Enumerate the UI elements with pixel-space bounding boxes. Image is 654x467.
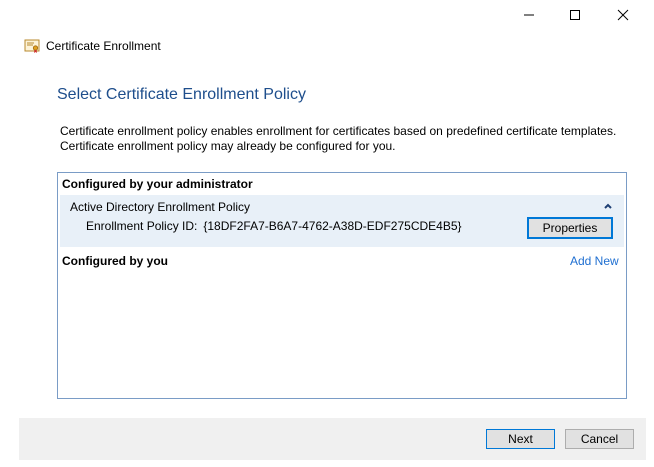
- close-icon: [617, 9, 629, 21]
- description-line-1: Certificate enrollment policy enables en…: [60, 124, 617, 138]
- close-button[interactable]: [600, 0, 646, 30]
- wizard-header: Certificate Enrollment: [24, 37, 161, 55]
- policy-id-value: {18DF2FA7-B6A7-4762-A38D-EDF275CDE4B5}: [203, 219, 462, 233]
- next-button[interactable]: Next: [486, 429, 555, 449]
- page-title: Select Certificate Enrollment Policy: [57, 86, 306, 103]
- policy-name: Active Directory Enrollment Policy: [70, 200, 251, 214]
- maximize-icon: [570, 10, 580, 20]
- policy-id: Enrollment Policy ID: {18DF2FA7-B6A7-4762…: [86, 219, 462, 233]
- description-line-2: Certificate enrollment policy may alread…: [60, 139, 396, 153]
- admin-section-header: Configured by your administrator: [62, 177, 253, 191]
- certificate-icon: [24, 39, 40, 53]
- cancel-button[interactable]: Cancel: [565, 429, 634, 449]
- maximize-button[interactable]: [552, 0, 598, 30]
- add-new-link[interactable]: Add New: [570, 254, 619, 268]
- page-description: Certificate enrollment policy enables en…: [60, 124, 640, 154]
- chevron-up-icon[interactable]: [602, 201, 614, 211]
- minimize-button[interactable]: [506, 0, 552, 30]
- minimize-icon: [524, 14, 534, 16]
- title-bar: [0, 0, 654, 32]
- wizard-footer: Next Cancel: [19, 418, 646, 460]
- user-section-header: Configured by you: [62, 254, 168, 268]
- policy-id-label: Enrollment Policy ID:: [86, 219, 198, 233]
- policy-list: Configured by your administrator Active …: [57, 172, 627, 399]
- properties-button[interactable]: Properties: [527, 217, 613, 239]
- policy-item-active-directory[interactable]: Active Directory Enrollment Policy Enrol…: [60, 195, 624, 247]
- wizard-title: Certificate Enrollment: [46, 39, 161, 53]
